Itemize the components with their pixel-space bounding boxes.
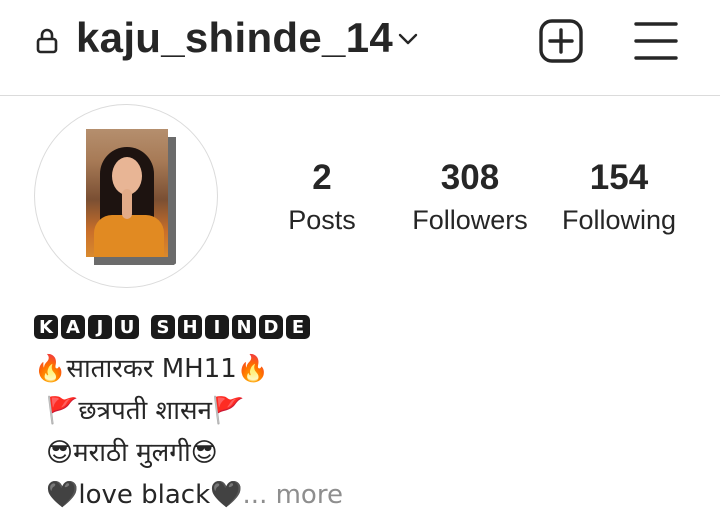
chevron-down-icon[interactable] xyxy=(396,30,420,48)
posts-stat[interactable]: 2 Posts xyxy=(272,156,372,240)
following-stat[interactable]: 154 Following xyxy=(556,156,682,240)
followers-count: 308 xyxy=(440,158,500,197)
bio-line: 🚩छत्रपती शासन🚩 xyxy=(46,396,245,426)
posts-count: 2 xyxy=(312,158,332,197)
display-name: K A J U S H I N D E xyxy=(34,312,674,342)
bio: K A J U S H I N D E 🔥सातारकर MH11🔥 🚩छत्र… xyxy=(34,312,674,516)
display-name-letter: J xyxy=(88,315,112,339)
following-label: Following xyxy=(561,205,677,235)
hamburger-menu-icon[interactable] xyxy=(634,20,678,62)
avatar[interactable] xyxy=(42,112,210,280)
profile-header: kaju_shinde_14 xyxy=(0,0,720,96)
photo-hand xyxy=(122,189,132,219)
display-name-letter: N xyxy=(232,315,256,339)
bio-line-text: 🖤love black🖤 xyxy=(46,480,243,510)
photo-top xyxy=(94,215,164,257)
display-name-letter: S xyxy=(151,315,175,339)
following-count: 154 xyxy=(589,158,649,197)
followers-stat[interactable]: 308 Followers xyxy=(408,156,532,240)
followers-label: Followers xyxy=(412,205,528,235)
more-link[interactable]: ... more xyxy=(243,480,343,510)
display-name-letter: K xyxy=(34,315,58,339)
username-switcher[interactable]: kaju_shinde_14 xyxy=(76,14,393,62)
new-post-button[interactable] xyxy=(538,18,584,64)
bio-line: 🔥सातारकर MH11🔥 xyxy=(34,354,270,384)
display-name-letter: D xyxy=(259,315,283,339)
lock-icon xyxy=(36,28,58,54)
bio-line-last: 🖤love black🖤... more xyxy=(34,474,674,516)
bio-line: 😎मराठी मुलगी😎 xyxy=(46,438,218,468)
display-name-letter: H xyxy=(178,315,202,339)
display-name-letter: E xyxy=(286,315,310,339)
display-name-letter: U xyxy=(115,315,139,339)
display-name-letter: I xyxy=(205,315,229,339)
posts-label: Posts xyxy=(288,205,356,235)
display-name-letter: A xyxy=(61,315,85,339)
profile-photo xyxy=(86,129,168,257)
